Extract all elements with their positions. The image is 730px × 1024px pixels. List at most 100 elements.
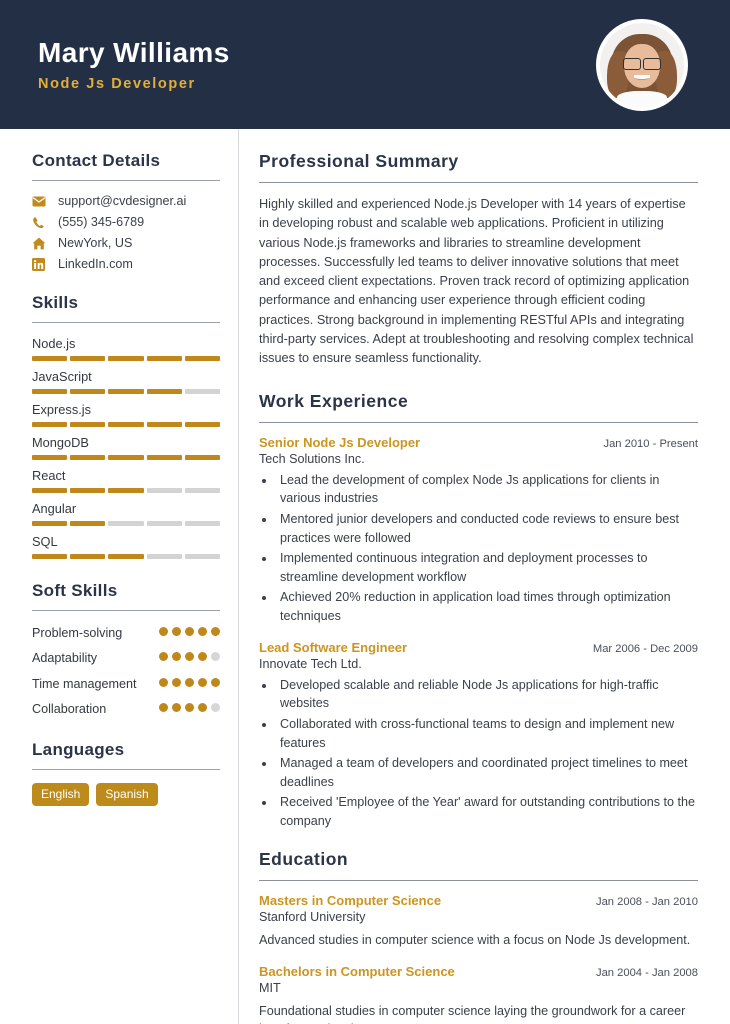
skill-bar-segment bbox=[70, 422, 106, 427]
skill-bar-segment bbox=[146, 554, 182, 559]
experience-list: Senior Node Js Developer Jan 2010 - Pres… bbox=[259, 435, 698, 831]
skill-label: Node.js bbox=[32, 336, 76, 351]
skill-bar-segment bbox=[146, 356, 182, 361]
skill-bar-segment bbox=[184, 521, 221, 526]
experience-bullet: Lead the development of complex Node Js … bbox=[276, 471, 698, 508]
experience-bullet: Managed a team of developers and coordin… bbox=[276, 754, 698, 791]
soft-skill-dot bbox=[159, 702, 168, 712]
experience-bullet-list: Developed scalable and reliable Node Js … bbox=[276, 676, 698, 831]
experience-date-range: Jan 2010 - Present bbox=[603, 437, 698, 450]
glasses-icon bbox=[622, 57, 662, 70]
soft-skill-dot bbox=[159, 652, 168, 662]
soft-skill-label: Collaboration bbox=[32, 701, 107, 716]
skill-bar-segment bbox=[184, 554, 221, 559]
soft-skill-item: Problem-solving bbox=[32, 624, 220, 642]
soft-skill-label: Problem-solving bbox=[32, 626, 123, 640]
languages-list: English Spanish bbox=[32, 783, 220, 806]
skill-bar-segment bbox=[146, 521, 182, 526]
skill-label: Express.js bbox=[32, 402, 92, 417]
education-institution: Stanford University bbox=[259, 909, 366, 924]
skill-bar-segment bbox=[32, 356, 68, 361]
section-soft-skills: Soft Skills Problem-solving Adaptability… bbox=[32, 581, 220, 718]
skill-bar-segment bbox=[70, 389, 106, 394]
skill-bar-segment bbox=[70, 356, 106, 361]
experience-job-title: Lead Software Engineer bbox=[259, 639, 408, 655]
skill-item: Express.js bbox=[32, 402, 221, 427]
skill-bar-segment bbox=[184, 422, 221, 427]
soft-skill-item: Adaptability bbox=[32, 649, 220, 667]
soft-skill-dot bbox=[211, 677, 220, 687]
education-description: Foundational studies in computer science… bbox=[259, 1003, 686, 1024]
heading-rule bbox=[259, 182, 698, 183]
language-badge[interactable]: English bbox=[32, 783, 90, 806]
skill-bar-segment bbox=[70, 455, 106, 460]
skill-bar-segment bbox=[108, 488, 144, 493]
heading-rule bbox=[32, 322, 220, 323]
soft-skill-dot bbox=[172, 702, 181, 712]
avatar bbox=[596, 18, 688, 111]
main-column: Professional Summary Highly skilled and … bbox=[239, 129, 730, 1024]
skill-bar-segment bbox=[108, 356, 144, 361]
skill-level-bar bbox=[32, 389, 221, 394]
skill-label: React bbox=[32, 468, 66, 483]
contact-item-phone[interactable]: (555) 345-6789 bbox=[32, 215, 220, 229]
soft-skill-dot bbox=[211, 652, 220, 662]
experience-bullet: Achieved 20% reduction in application lo… bbox=[276, 588, 698, 625]
language-badge[interactable]: Spanish bbox=[96, 783, 158, 806]
education-degree: Masters in Computer Science bbox=[259, 892, 442, 908]
soft-skill-dot bbox=[198, 702, 207, 712]
soft-skill-item: Time management bbox=[32, 675, 220, 693]
contact-item-location[interactable]: NewYork, US bbox=[32, 236, 220, 250]
skill-bar-segment bbox=[184, 356, 221, 361]
skill-bar-segment bbox=[184, 389, 221, 394]
education-degree: Bachelors in Computer Science bbox=[259, 963, 455, 979]
skills-list: Node.js JavaScript Express.js MongoDB Re… bbox=[32, 336, 221, 559]
skill-level-bar bbox=[32, 356, 221, 361]
contact-linkedin-text: LinkedIn.com bbox=[58, 257, 133, 271]
heading-rule bbox=[259, 421, 698, 423]
soft-skill-rating bbox=[159, 649, 220, 662]
skill-bar-segment bbox=[108, 521, 144, 526]
skill-level-bar bbox=[32, 554, 221, 559]
header-text-block: Mary Williams Node Js Developer bbox=[38, 37, 596, 92]
skill-bar-segment bbox=[108, 455, 144, 460]
skill-item: React bbox=[32, 468, 221, 493]
soft-skill-rating bbox=[159, 624, 220, 636]
section-education: Education Masters in Computer Science Ja… bbox=[259, 849, 698, 1024]
section-languages: Languages English Spanish bbox=[32, 740, 220, 806]
skill-label: Angular bbox=[32, 501, 77, 516]
education-description: Advanced studies in computer science wit… bbox=[259, 932, 691, 947]
soft-skill-dot bbox=[172, 652, 181, 662]
resume-body: Contact Details support@cvdesigner.ai (5… bbox=[0, 129, 730, 1024]
skill-bar-segment bbox=[32, 554, 68, 559]
skill-item: Node.js bbox=[32, 336, 221, 361]
section-heading-experience: Work Experience bbox=[259, 390, 409, 411]
experience-entry-header: Senior Node Js Developer Jan 2010 - Pres… bbox=[259, 435, 698, 450]
soft-skill-rating bbox=[159, 675, 220, 687]
education-entry-header: Masters in Computer Science Jan 2008 - J… bbox=[259, 893, 698, 908]
contact-item-linkedin[interactable]: LinkedIn.com bbox=[32, 257, 220, 271]
skill-label: MongoDB bbox=[32, 435, 89, 450]
portrait-shoulders bbox=[616, 91, 668, 107]
linkedin-icon bbox=[32, 257, 49, 271]
home-icon bbox=[32, 236, 49, 250]
skill-label: SQL bbox=[32, 534, 58, 549]
skill-bar-segment bbox=[146, 488, 182, 493]
phone-icon bbox=[32, 215, 49, 229]
contact-item-email[interactable]: support@cvdesigner.ai bbox=[32, 194, 220, 208]
skill-bar-segment bbox=[70, 554, 106, 559]
skill-bar-segment bbox=[108, 422, 144, 427]
experience-entry-header: Lead Software Engineer Mar 2006 - Dec 20… bbox=[259, 640, 698, 655]
experience-company: Innovate Tech Ltd. bbox=[259, 656, 362, 671]
education-entry: Masters in Computer Science Jan 2008 - J… bbox=[259, 893, 698, 950]
soft-skill-dot bbox=[185, 652, 194, 662]
soft-skill-dot bbox=[185, 627, 194, 636]
skill-bar-segment bbox=[32, 389, 68, 394]
section-heading-contact: Contact Details bbox=[32, 151, 161, 170]
skill-bar-segment bbox=[108, 389, 144, 394]
skill-bar-segment bbox=[146, 422, 182, 427]
job-title: Node Js Developer bbox=[38, 76, 196, 93]
resume-header: Mary Williams Node Js Developer bbox=[0, 0, 730, 129]
skill-bar-segment bbox=[146, 389, 182, 394]
soft-skill-dot bbox=[185, 702, 194, 712]
